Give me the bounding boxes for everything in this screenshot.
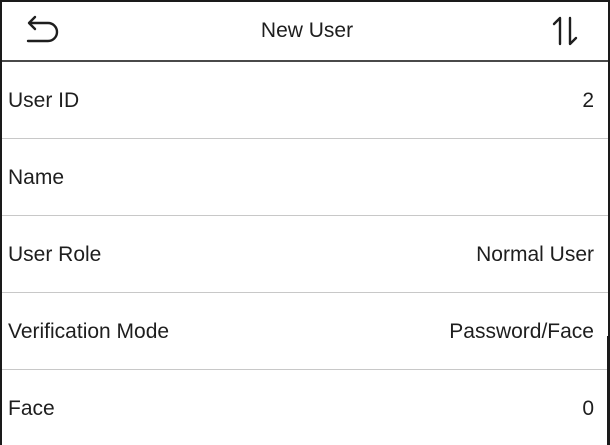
list-item-user-role[interactable]: User Role Normal User [2,216,608,293]
field-value: 2 [582,89,594,112]
sort-up-down-icon [552,16,578,46]
page-title: New User [260,19,354,42]
list-item-user-id[interactable]: User ID 2 [2,62,608,139]
field-label: Name [8,166,65,189]
list-item-verification-mode[interactable]: Verification Mode Password/Face [2,293,608,370]
field-value: 0 [582,397,594,420]
list-item-name[interactable]: Name [2,139,608,216]
device-screen: New User User ID 2 Name User Role Normal… [0,0,610,445]
back-button[interactable] [20,14,62,48]
field-label: User ID [8,89,80,112]
field-label: Face [8,397,55,420]
title-bar: New User [2,2,608,62]
field-label: Verification Mode [8,320,170,343]
sort-button[interactable] [546,14,586,48]
user-field-list: User ID 2 Name User Role Normal User Ver… [2,62,608,445]
field-label: User Role [8,243,102,266]
list-item-face[interactable]: Face 0 [2,370,608,445]
field-value: Normal User [476,243,594,266]
field-value: Password/Face [449,320,594,343]
back-arrow-icon [26,15,59,43]
